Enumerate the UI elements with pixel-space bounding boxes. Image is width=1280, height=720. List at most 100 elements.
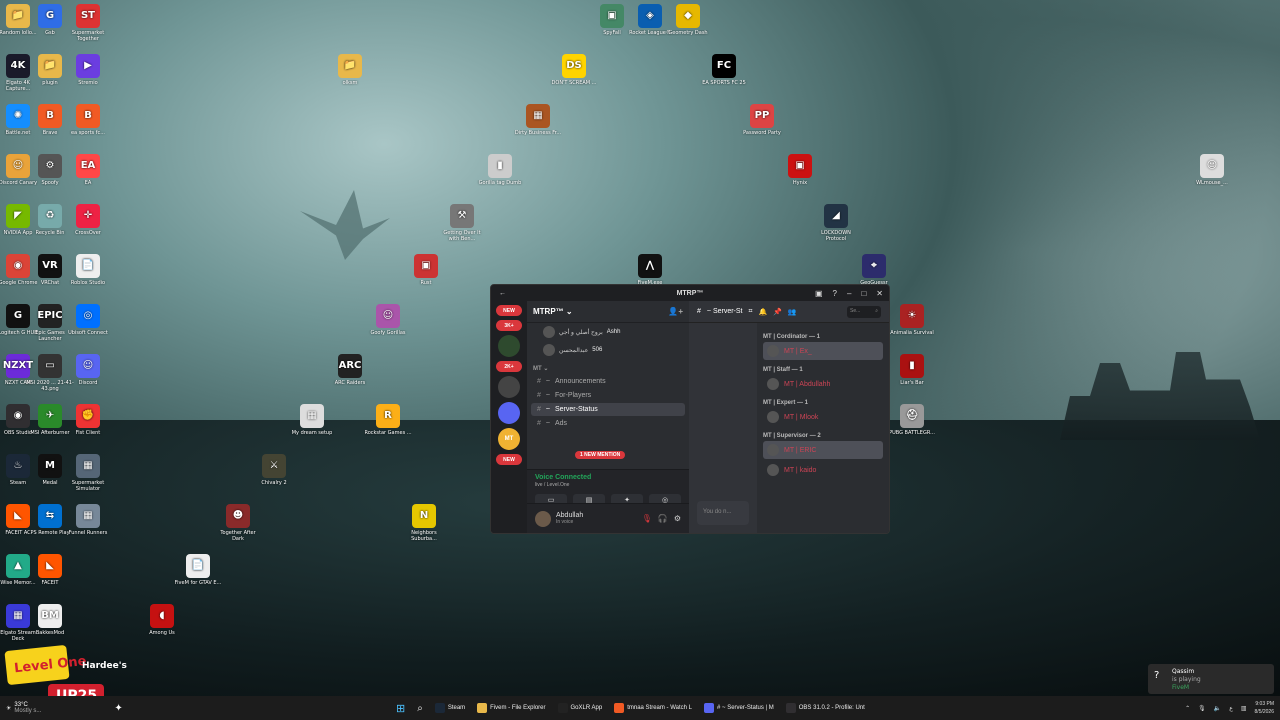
avatar[interactable] <box>535 510 551 527</box>
desktop-icon[interactable]: Bea sports fc... <box>64 104 112 136</box>
taskbar-app[interactable]: OBS 31.0.2 - Profile: Unt <box>782 698 869 718</box>
desktop-icon[interactable]: EA EA <box>64 154 112 186</box>
app-icon: ARC <box>338 354 362 378</box>
sparkle-icon[interactable]: ✦ <box>114 703 122 714</box>
desktop-icon[interactable]: ✛ CrossOver <box>64 204 112 236</box>
server-icon[interactable] <box>498 335 520 357</box>
volume-icon[interactable]: 🔈 <box>1214 705 1221 712</box>
desktop-icon[interactable]: ◎ Ubisoft Connect <box>64 304 112 336</box>
desktop-icon-label: olksm <box>342 80 358 86</box>
desktop-icon[interactable]: BM BakkesMod <box>26 604 74 636</box>
desktop-icon[interactable]: ▦ Funnel Runners <box>64 504 112 536</box>
pin-icon[interactable]: 📌 <box>773 308 782 316</box>
desktop-icon[interactable]: N Neighbors Suburba... <box>400 504 448 542</box>
new-server-pill[interactable]: NEW <box>496 305 522 316</box>
chevron-up-icon[interactable]: ⌃ <box>1185 705 1190 712</box>
desktop-icon[interactable]: ◆ Geometry Dash <box>664 4 712 36</box>
search-icon: ⌕ <box>875 307 878 314</box>
discord-window[interactable]: ← MTRP™ ▣ ? – □ ✕ NEW 3K+ 2K+ MT NEW MTRP™ ⌄… <box>490 284 890 534</box>
taskbar-app[interactable]: # ~ Server-Status | M <box>700 698 778 718</box>
taskbar-app[interactable]: Steam <box>431 698 469 718</box>
channel-item[interactable]: # ~ Ads <box>531 417 685 430</box>
server-icon[interactable]: MT <box>498 428 520 450</box>
desktop-icon[interactable]: ARC ARC Raiders <box>326 354 374 386</box>
server-folder-icon[interactable] <box>498 402 520 424</box>
language-indicator[interactable]: ع <box>1229 705 1233 712</box>
voice-status[interactable]: Voice Connected <box>535 474 681 481</box>
deafen-icon[interactable]: 🎧 <box>658 514 668 523</box>
taskbar-app[interactable]: Fivem - File Explorer <box>473 698 549 718</box>
member-item[interactable]: MT | Mlook <box>763 408 883 426</box>
members-icon[interactable]: 👥 <box>788 308 797 316</box>
desktop-icon[interactable]: ▶ Stremio <box>64 54 112 86</box>
system-tray: ⌃ 🎙 🔈 ع ▥ 9:03 PM 8/5/2026 <box>1185 700 1274 716</box>
desktop-icon[interactable]: 📄 Roblox Studio <box>64 254 112 286</box>
bell-icon[interactable]: 🔔 <box>758 308 767 316</box>
category-label[interactable]: MT ⌄ <box>527 359 689 374</box>
server-header[interactable]: MTRP™ ⌄ 👤+ <box>527 301 689 323</box>
desktop-icon-label: Ubisoft Connect <box>68 330 108 336</box>
desktop-icon[interactable]: ⚔ Chivalry 2 <box>250 454 298 486</box>
desktop-icon[interactable]: 📄 FiveM for GTAV E... <box>174 554 222 586</box>
channel-item[interactable]: # ~ For-Players <box>531 389 685 402</box>
desktop-icon[interactable]: ST Supermarket Together <box>64 4 112 42</box>
desktop-icon[interactable]: ◢ LOCKDOWN Protocol <box>812 204 860 242</box>
search-button[interactable]: ⌕ <box>413 698 427 718</box>
app-icon: ◆ <box>676 4 700 28</box>
desktop-icon[interactable]: R Rockstar Games ... <box>364 404 412 436</box>
message-input[interactable]: You do n... <box>697 501 749 525</box>
member-item[interactable]: MT | Ex_ <box>763 342 883 360</box>
desktop-icon[interactable]: ⚒ Getting Over It with Ben... <box>438 204 486 242</box>
add-member-icon[interactable]: 👤+ <box>668 307 683 316</box>
weather-widget[interactable]: ☀ 33°C Mostly s... ✦ <box>0 702 123 714</box>
desktop-icon[interactable]: ⛑ PUBG BATTLEGR... <box>888 404 936 436</box>
desktop-icon[interactable]: ▮ Liar's Bar <box>888 354 936 386</box>
app-icon: ▦ <box>76 504 100 528</box>
channel-item[interactable]: # ~ Server-Status <box>531 403 685 416</box>
threads-icon[interactable]: ⌗ <box>749 308 753 316</box>
clock[interactable]: 9:03 PM 8/5/2026 <box>1255 700 1274 716</box>
server-icon[interactable] <box>498 376 520 398</box>
channel-list: # ~ Announcements # ~ For-Players # ~ Server-Sta… <box>527 375 689 430</box>
member-item[interactable]: MT | kaido <box>763 461 883 479</box>
desktop-icon[interactable]: 📁 olksm <box>326 54 374 86</box>
network-icon[interactable]: ▥ <box>1241 705 1247 712</box>
desktop-icon[interactable]: ◣ FACEIT <box>26 554 74 586</box>
taskbar-app[interactable]: tmnaa Stream - Watch L <box>610 698 696 718</box>
desktop-icon[interactable]: ☻ Together After Dark <box>214 504 262 542</box>
desktop-icon[interactable]: ☺ WLmouse_... <box>1188 154 1236 186</box>
desktop-icon[interactable]: ⌖ GeoGuessr <box>850 254 898 286</box>
search-input[interactable]: Se... ⌕ <box>847 305 881 318</box>
weather-desc: Mostly s... <box>14 708 42 714</box>
desktop-icon[interactable]: FC EA SPORTS FC 25 <box>700 54 748 86</box>
member-item[interactable]: MT | Abdullahh <box>763 375 883 393</box>
desktop-icon[interactable]: ▣ Hynix <box>776 154 824 186</box>
taskbar-app[interactable]: GoXLR App <box>554 698 607 718</box>
desktop-icon[interactable]: PP Password Party <box>738 104 786 136</box>
activity-toast[interactable]: ? Qassim is playing FiveM <box>1148 664 1274 694</box>
desktop-icon[interactable]: ☺ Goofy Gorillas <box>364 304 412 336</box>
voice-user[interactable]: عبدالمحسن 506 <box>527 341 689 359</box>
mic-icon[interactable]: 🎙 <box>1198 705 1206 712</box>
mute-icon[interactable]: 🎙 <box>642 514 652 523</box>
member-item[interactable]: MT | ERIC <box>763 441 883 459</box>
desktop-icon[interactable]: ☺ Discord <box>64 354 112 386</box>
desktop-icon[interactable]: ◖ Among Us <box>138 604 186 636</box>
channel-item[interactable]: # ~ Announcements <box>531 375 685 388</box>
unread-badge[interactable]: 2K+ <box>496 361 522 372</box>
settings-icon[interactable]: ⚙ <box>674 514 681 523</box>
desktop-icon[interactable]: ▦ Supermarket Simulator <box>64 454 112 492</box>
desktop-icon[interactable]: ▦ Dirty Business Fr... <box>514 104 562 136</box>
voice-user[interactable]: بروح أصلي و أجي Ashh <box>527 323 689 341</box>
desktop-icon[interactable]: ✊ Fist Client <box>64 404 112 436</box>
new-server-pill[interactable]: NEW <box>496 454 522 465</box>
desktop-icon[interactable]: DS DON'T SCREAM ... <box>550 54 598 86</box>
unread-badge[interactable]: 3K+ <box>496 320 522 331</box>
start-button[interactable]: ⊞ <box>392 698 409 718</box>
desktop-icon[interactable]: ⋀ FiveM.exe <box>626 254 674 286</box>
desktop-icon[interactable]: ▮ Gorilla tag Dumb <box>476 154 524 186</box>
desktop-icon[interactable]: ☀ Animalia Survival <box>888 304 936 336</box>
desktop-icon[interactable]: ▣ Rust <box>402 254 450 286</box>
mention-badge[interactable]: 1 NEW MENTION <box>575 451 626 459</box>
desktop-icon[interactable]: ▦ My dream setup <box>288 404 336 436</box>
